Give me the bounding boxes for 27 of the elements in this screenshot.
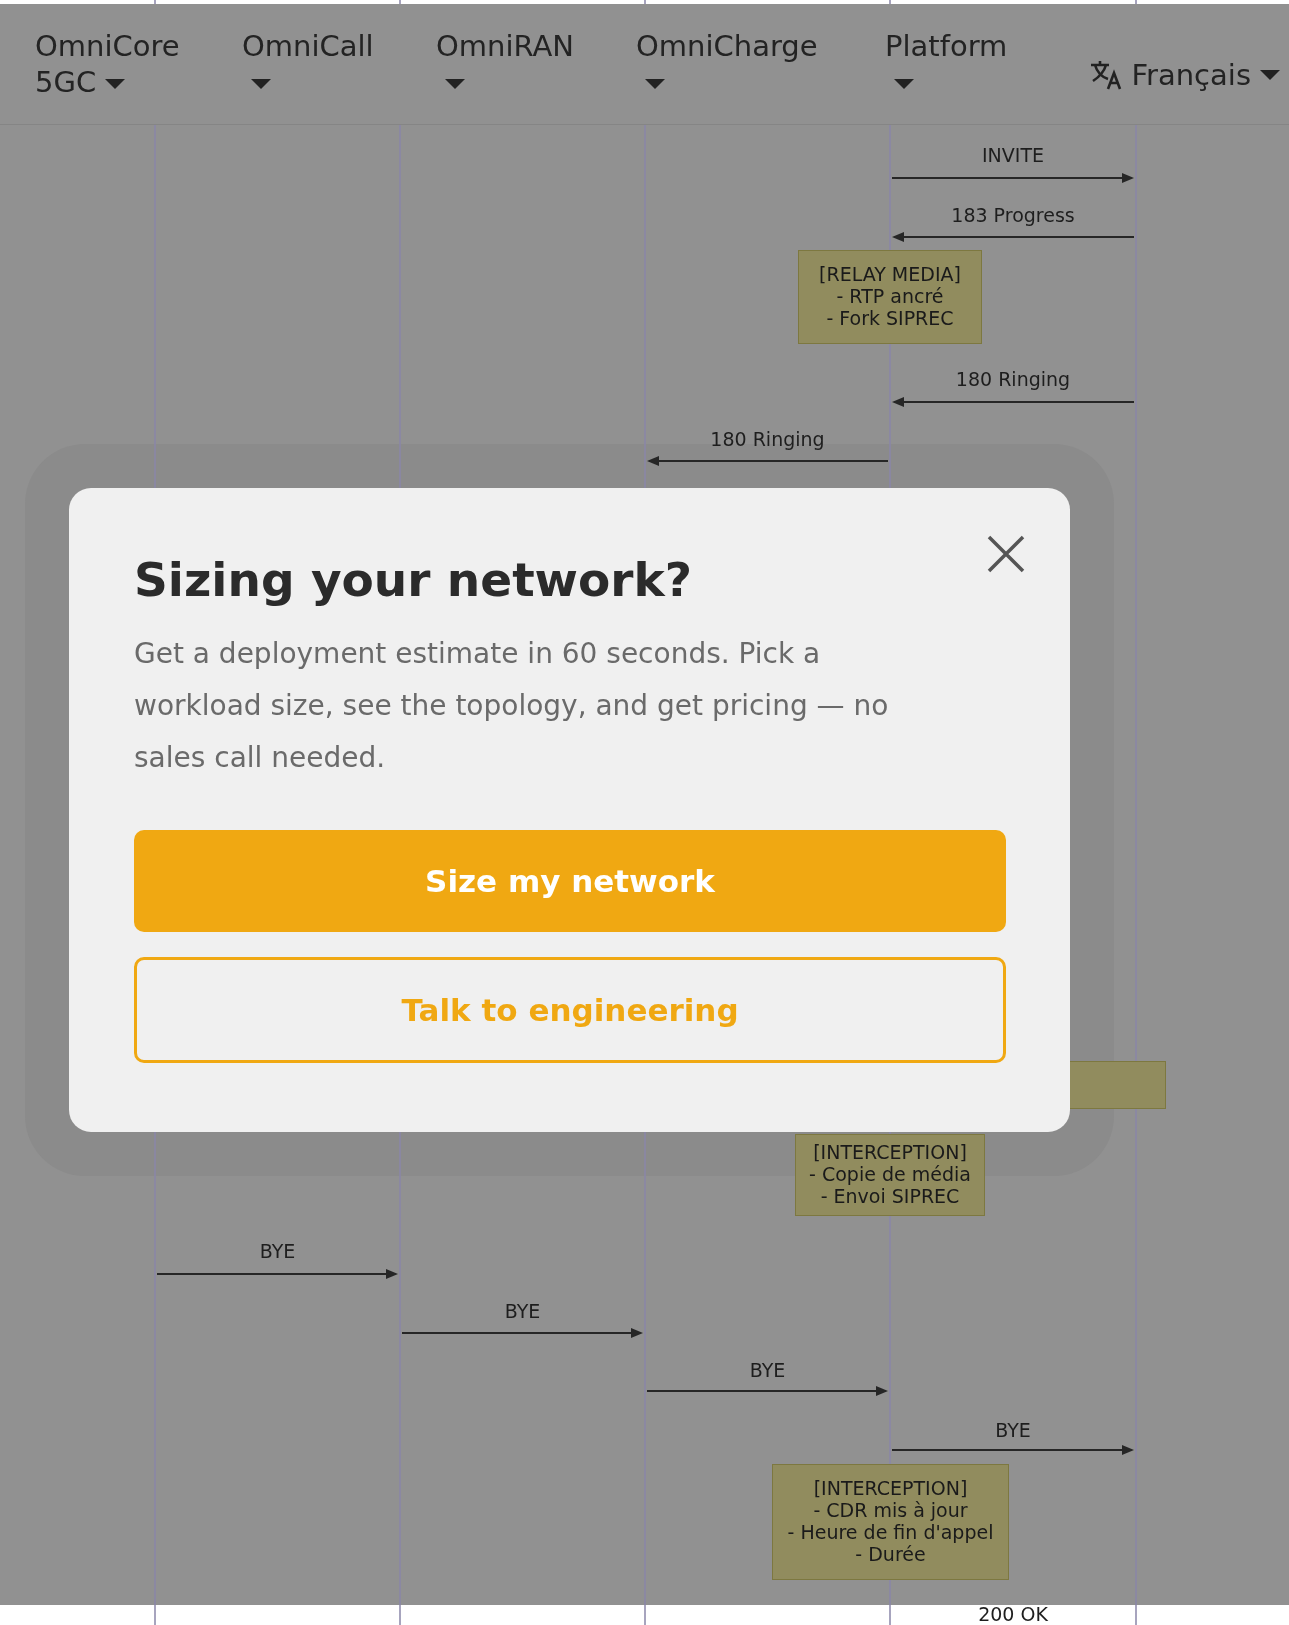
caret-icon [893,78,915,91]
diagram-note: [INTERCEPTION] - Copie de média - Envoi SIPREC [795,1134,985,1216]
modal-description: Get a deployment estimate in 60 seconds. Pick a workload size, see the topology, and get pricing — no sales call needed. [134,636,890,777]
message-label: BYE [504,1301,541,1321]
message-label: 180 Ringing [955,369,1071,389]
message-label: BYE [995,1420,1031,1440]
caret-icon [1259,69,1281,81]
nav-menu-item[interactable]: OmniCharge [636,28,818,101]
message-label: 183 Progress [951,205,1075,225]
message-label: 200 OK [978,1604,1048,1624]
nav-menu-item[interactable]: OmniCore 5GC [35,28,180,101]
caret-icon [444,78,466,91]
message-label: BYE [749,1360,786,1380]
caret-icon [250,78,272,91]
diagram-note: [RELAY MEDIA] - RTP ancré - Fork SIPREC [798,250,982,344]
translate-icon [1089,59,1124,91]
language-selector[interactable]: Français [1089,58,1281,92]
nav-menu-item[interactable]: OmniCall [242,28,374,101]
modal-title: Sizing your network? [134,552,694,609]
message-label: BYE [259,1241,296,1261]
caret-icon [644,78,666,91]
diagram-note: [INTERCEPTION] - CDR mis à jour - Heure de fin d'appel - Durée [772,1464,1009,1580]
caret-icon [104,78,127,91]
message-label: 180 Ringing [710,429,825,449]
nav-menu-item[interactable]: OmniRAN [436,28,575,101]
nav-menu-item[interactable]: Platform [885,28,1008,101]
message-label: INVITE [982,145,1044,165]
